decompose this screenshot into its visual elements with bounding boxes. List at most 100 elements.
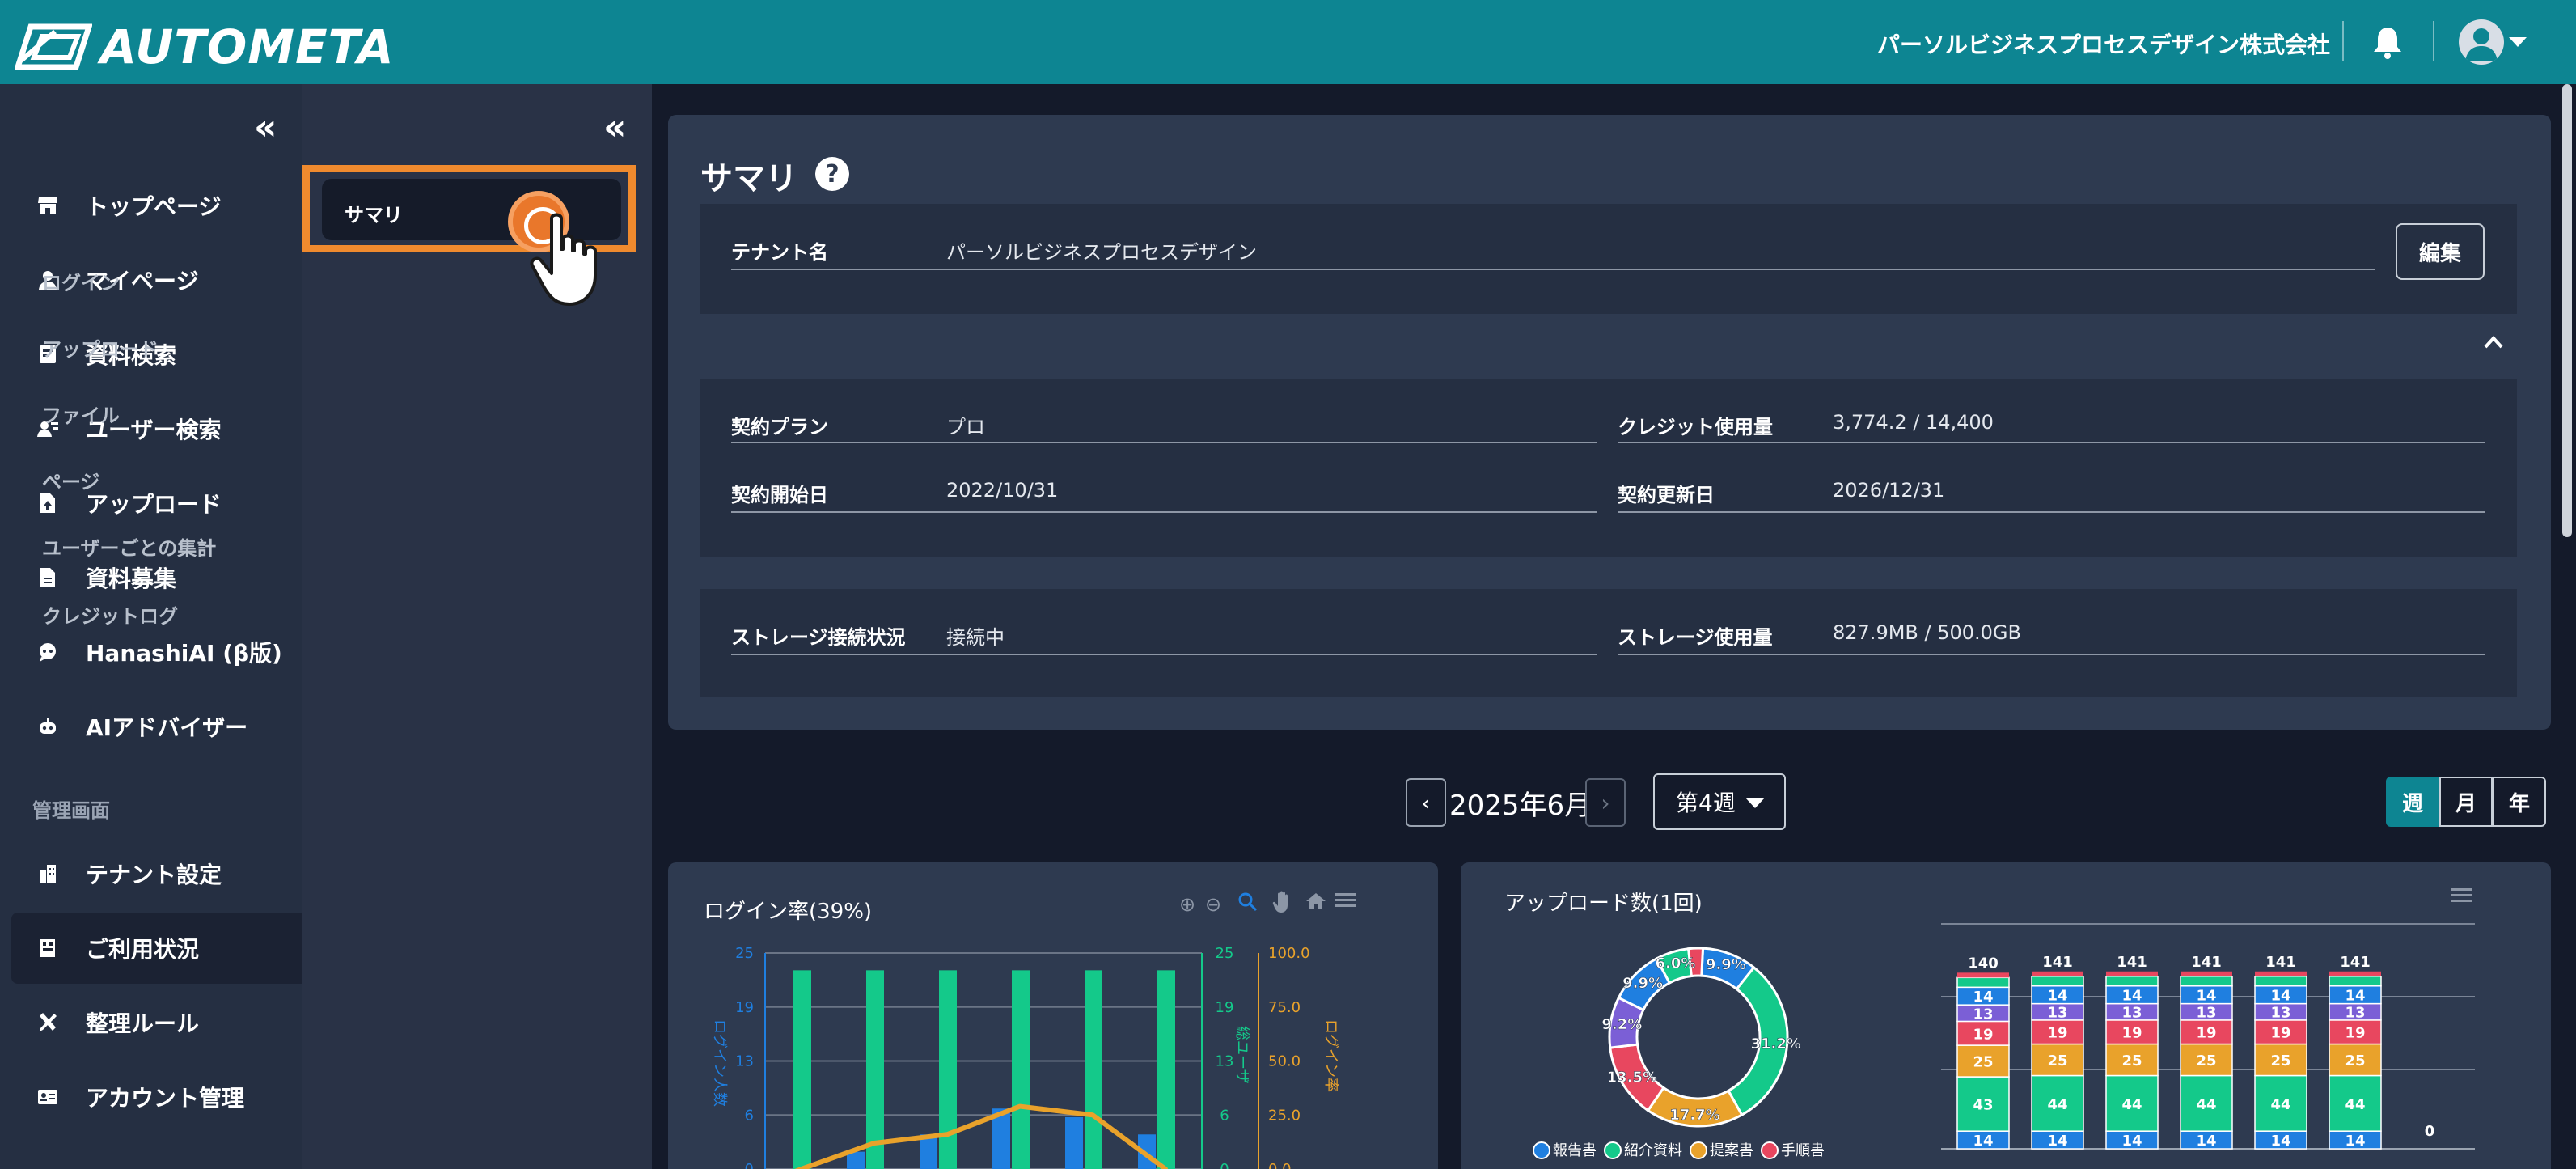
field-underline: [1618, 654, 2485, 655]
user-avatar-icon: [2465, 28, 2498, 61]
renew-date-value: 2026/12/31: [1833, 479, 1945, 502]
topbar-divider: [2342, 21, 2344, 61]
top-bar: AUTOMETA パーソルビジネスプロセスデザイン株式会社: [0, 0, 2576, 84]
chat-bot-icon: [36, 640, 60, 664]
collapse-subnav-icon[interactable]: «: [603, 107, 626, 148]
next-period-button[interactable]: ›: [1585, 778, 1626, 827]
storage-usage-label: ストレージ使用量: [1618, 626, 1773, 649]
sidebar-item-tenant-settings[interactable]: テナント設定: [0, 838, 302, 909]
segment-label: 25: [2047, 1053, 2067, 1069]
bar-total-label: 0: [2425, 1123, 2435, 1140]
stack-segment: [2032, 971, 2083, 976]
credit-value: 3,774.2 / 14,400: [1833, 411, 1994, 434]
mid-tick-label: 13: [1216, 1053, 1234, 1070]
prev-period-button[interactable]: ‹: [1406, 778, 1446, 827]
right-tick-label: 0.0: [1268, 1161, 1292, 1169]
segment-label: 19: [2345, 1025, 2365, 1042]
collapse-sidebar-icon[interactable]: «: [254, 107, 277, 148]
segment-label: 44: [2270, 1096, 2290, 1113]
segment-label: 14: [1973, 1133, 1993, 1150]
robot-icon: [36, 714, 60, 739]
legend-label: 提案書: [1710, 1142, 1753, 1159]
plan-value: プロ: [946, 416, 985, 438]
segment-label: 14: [2345, 1133, 2365, 1150]
toggle-month[interactable]: 月: [2439, 777, 2493, 827]
legend-label: 紹介資料: [1624, 1142, 1682, 1159]
subnav-item-upload[interactable]: アップロード: [42, 333, 159, 362]
period-label: 2025年6月: [1449, 790, 1593, 822]
bar-total-label: 140: [1968, 955, 1999, 972]
zoom-select-icon[interactable]: [1237, 892, 1258, 917]
chart-title: ログイン率(39%): [704, 900, 873, 924]
start-date-label: 契約開始日: [731, 484, 828, 506]
subnav-item-file[interactable]: ファイル: [42, 400, 120, 428]
stack-segment: [2180, 976, 2233, 987]
segment-label: 25: [2121, 1053, 2142, 1069]
brand-logo[interactable]: AUTOMETA: [15, 19, 395, 74]
zoom-in-icon[interactable]: ⊕: [1179, 893, 1195, 916]
segment-label: 19: [2121, 1025, 2142, 1042]
sidebar-item-usage[interactable]: ご利用状況: [11, 913, 302, 984]
menu-icon[interactable]: [1335, 892, 1356, 914]
segment-label: 13: [2270, 1005, 2290, 1022]
bar-total-label: 141: [2340, 954, 2371, 971]
subnav-item-per-user[interactable]: ユーザーごとの集計: [42, 532, 216, 561]
sidebar-item-ai-advisor[interactable]: AIアドバイザー: [0, 691, 302, 762]
stack-segment: [2329, 971, 2381, 976]
field-underline: [731, 511, 1597, 513]
reset-home-icon[interactable]: [1305, 892, 1326, 916]
bell-icon[interactable]: [2370, 24, 2405, 60]
sidebar-section-admin: 管理画面: [32, 799, 110, 822]
segment-label: 44: [2121, 1096, 2142, 1113]
subnav-item-credit-log[interactable]: クレジットログ: [42, 600, 178, 629]
segment-label: 14: [2121, 1133, 2142, 1150]
pointer-hand-icon: [530, 213, 597, 306]
mid-tick-label: 19: [1216, 999, 1234, 1016]
stack-segment: [2106, 971, 2158, 976]
sidebar-item-rules[interactable]: 整理ルール: [0, 987, 302, 1058]
user-avatar[interactable]: [2459, 19, 2504, 65]
toggle-year[interactable]: 年: [2493, 777, 2546, 827]
segment-label: 14: [2196, 988, 2216, 1005]
chevron-down-icon[interactable]: [2509, 37, 2527, 47]
segment-label: 25: [2270, 1053, 2290, 1069]
toggle-week[interactable]: 週: [2386, 777, 2439, 827]
left-tick-label: 19: [735, 999, 754, 1016]
subnav-item-login[interactable]: ログイン: [42, 267, 120, 295]
stack-segment: [2105, 976, 2159, 987]
sidebar-item-label: ご利用状況: [86, 936, 200, 963]
id-card-icon: [36, 1085, 60, 1109]
right-tick-label: 50.0: [1268, 1053, 1301, 1070]
legend-label: 報告書: [1553, 1142, 1597, 1159]
stack-segment: [2329, 976, 2382, 987]
right-tick-label: 25.0: [1268, 1107, 1301, 1124]
sidebar-item-top-page[interactable]: トップページ: [0, 170, 302, 241]
zoom-out-icon[interactable]: ⊖: [1205, 893, 1221, 916]
help-icon[interactable]: ?: [815, 157, 849, 191]
subnav-item-page[interactable]: ページ: [42, 466, 100, 494]
segment-label: 44: [2196, 1096, 2216, 1113]
topbar-divider: [2433, 21, 2434, 61]
total-users-bar: [866, 970, 884, 1169]
edit-button[interactable]: 編集: [2396, 223, 2485, 280]
logo-mark-icon: [15, 23, 92, 70]
slice-label: 13.5%: [1607, 1069, 1657, 1086]
segment-label: 19: [1973, 1026, 1993, 1043]
bar-total-label: 141: [2191, 954, 2222, 971]
slice-label: 17.7%: [1669, 1107, 1719, 1124]
scrollbar[interactable]: [2562, 84, 2572, 537]
field-underline: [731, 442, 1597, 443]
file-icon: [36, 565, 60, 590]
field-underline: [731, 654, 1597, 655]
chevron-down-icon: [1745, 798, 1765, 808]
sidebar-item-account[interactable]: アカウント管理: [0, 1061, 302, 1133]
sidebar-item-label: アカウント管理: [86, 1085, 245, 1112]
chevron-up-icon[interactable]: [2483, 332, 2504, 353]
field-underline: [1618, 511, 2485, 513]
file-upload-icon: [36, 491, 60, 515]
segment-label: 25: [2345, 1053, 2365, 1069]
tenant-name-label: テナント名: [731, 241, 828, 264]
week-select[interactable]: 第4週: [1653, 773, 1786, 830]
legend-marker: [1690, 1141, 1707, 1159]
pan-hand-icon[interactable]: [1271, 890, 1294, 919]
